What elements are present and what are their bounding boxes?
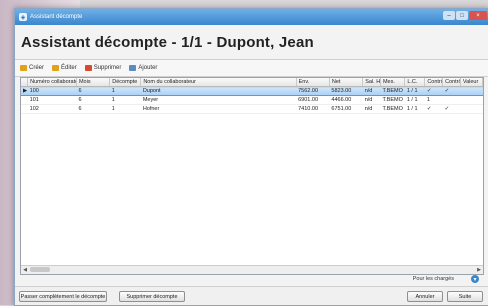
col-mes[interactable]: Mes.	[380, 78, 406, 87]
col-number[interactable]: Numéro collaborateur	[27, 78, 77, 87]
filter-dropdown[interactable]: Pour les chargés	[413, 276, 454, 282]
footer-bar: Passer complètement le décompte Supprime…	[15, 286, 488, 305]
title-bar: ◈ Assistant décompte – □ ×	[15, 9, 488, 25]
cell-decompte: 1	[109, 86, 141, 96]
cell-number: 100	[27, 86, 77, 96]
table-row[interactable]: ▶ 100 6 1 Dupont 7562.00 5823.00 n/d T.B…	[21, 86, 483, 96]
app-icon: ◈	[19, 13, 27, 21]
cell-hours: n/d	[362, 104, 381, 114]
col-name[interactable]: Nom du collaborateur	[140, 78, 297, 87]
cell-name: Meyer	[140, 95, 297, 105]
cancel-button[interactable]: Annuler	[407, 291, 443, 302]
create-icon	[20, 65, 27, 71]
assistant-window: ◈ Assistant décompte – □ × Assistant déc…	[14, 8, 488, 306]
horizontal-scrollbar[interactable]: ◀ ▶	[21, 265, 483, 274]
delete-icon	[84, 65, 92, 71]
cell-env: 6901.00	[296, 95, 330, 105]
cell-checked-2[interactable]	[442, 95, 461, 105]
cell-net: 6751.00	[329, 104, 363, 114]
col-marker	[21, 78, 29, 87]
maximize-button[interactable]: □	[456, 11, 468, 20]
cell-decompte: 1	[109, 95, 141, 105]
cell-value	[460, 95, 483, 105]
cell-lc: 1 / 1	[404, 86, 425, 96]
cell-lc: 1 / 1	[404, 95, 425, 105]
skip-decompte-button[interactable]: Passer complètement le décompte	[19, 291, 107, 302]
minimize-button[interactable]: –	[443, 11, 455, 20]
scroll-left-icon[interactable]: ◀	[21, 266, 29, 274]
edit-icon	[52, 65, 60, 71]
next-button[interactable]: Suite	[447, 291, 483, 302]
window-controls: – □ ×	[443, 11, 487, 20]
cell-month: 6	[76, 95, 110, 105]
cell-number: 101	[27, 95, 77, 105]
cell-net: 4466.00	[329, 95, 363, 105]
payroll-table: Numéro collaborateur Mois Décompte Nom d…	[20, 77, 484, 275]
row-marker	[21, 104, 28, 114]
delete-label: Supprimer	[93, 65, 122, 71]
col-lc[interactable]: L.C.	[404, 78, 426, 87]
add-label: Ajouter	[138, 65, 158, 71]
cell-checked-2[interactable]: ✓	[442, 86, 461, 96]
col-hours[interactable]: Sal. Heures	[362, 78, 381, 87]
close-button[interactable]: ×	[469, 11, 487, 20]
col-decompte[interactable]: Décompte	[109, 78, 142, 87]
delete-button[interactable]: Supprimer	[84, 65, 122, 71]
cell-mes: T.BEMO	[380, 95, 405, 105]
cell-env: 7562.00	[296, 86, 330, 96]
cell-mes: T.BEMO	[380, 86, 405, 96]
toolbar: Créer Éditer Supprimer Ajouter	[15, 60, 488, 77]
cell-name: Hofner	[140, 104, 297, 114]
col-checked-2[interactable]: Contrôlé	[442, 78, 461, 87]
cell-decompte: 1	[109, 104, 141, 114]
create-label: Créer	[29, 65, 45, 71]
cell-checked-1[interactable]: ✓	[424, 104, 443, 114]
col-env[interactable]: Env.	[296, 78, 330, 87]
col-value[interactable]: Valeur	[460, 78, 484, 87]
table-header: Numéro collaborateur Mois Décompte Nom d…	[21, 78, 484, 87]
cell-number: 102	[27, 104, 77, 114]
add-icon	[129, 65, 137, 71]
cell-month: 6	[76, 104, 110, 114]
col-checked-1[interactable]: Contrôlé	[424, 78, 444, 87]
cell-checked-2[interactable]: ✓	[442, 104, 461, 114]
scroll-thumb[interactable]	[30, 267, 50, 272]
col-month[interactable]: Mois	[76, 78, 111, 87]
cell-env: 7410.00	[296, 104, 330, 114]
cell-mes: T.BEMO	[380, 104, 405, 114]
edit-label: Éditer	[61, 65, 77, 71]
cell-value	[460, 86, 483, 96]
cell-lc: 1 / 1	[404, 104, 425, 114]
col-net[interactable]: Net	[329, 78, 364, 87]
cell-net: 5823.00	[329, 86, 363, 96]
row-marker: ▶	[21, 86, 28, 96]
scroll-right-icon[interactable]: ▶	[475, 266, 483, 274]
cell-value	[460, 104, 483, 114]
cell-checked-1[interactable]: 1	[424, 95, 443, 105]
create-button[interactable]: Créer	[20, 65, 44, 71]
delete-decompte-button[interactable]: Supprimer décompte	[119, 291, 185, 302]
filter-icon[interactable]: ▾	[471, 275, 479, 283]
cell-hours: n/d	[362, 95, 381, 105]
add-button[interactable]: Ajouter	[129, 65, 157, 71]
cell-checked-1[interactable]: ✓	[424, 86, 443, 96]
page-title: Assistant décompte - 1/1 - Dupont, Jean	[15, 25, 488, 60]
window-title: Assistant décompte	[30, 14, 83, 20]
cell-name: Dupont	[140, 86, 297, 96]
table-row[interactable]: 101 6 1 Meyer 6901.00 4466.00 n/d T.BEMO…	[21, 95, 483, 105]
row-marker	[21, 95, 28, 105]
filter-bar: Pour les chargés ▾	[20, 275, 482, 284]
cell-month: 6	[76, 86, 110, 96]
table-row[interactable]: 102 6 1 Hofner 7410.00 6751.00 n/d T.BEM…	[21, 104, 483, 114]
edit-button[interactable]: Éditer	[52, 65, 77, 71]
cell-hours: n/d	[362, 86, 381, 96]
